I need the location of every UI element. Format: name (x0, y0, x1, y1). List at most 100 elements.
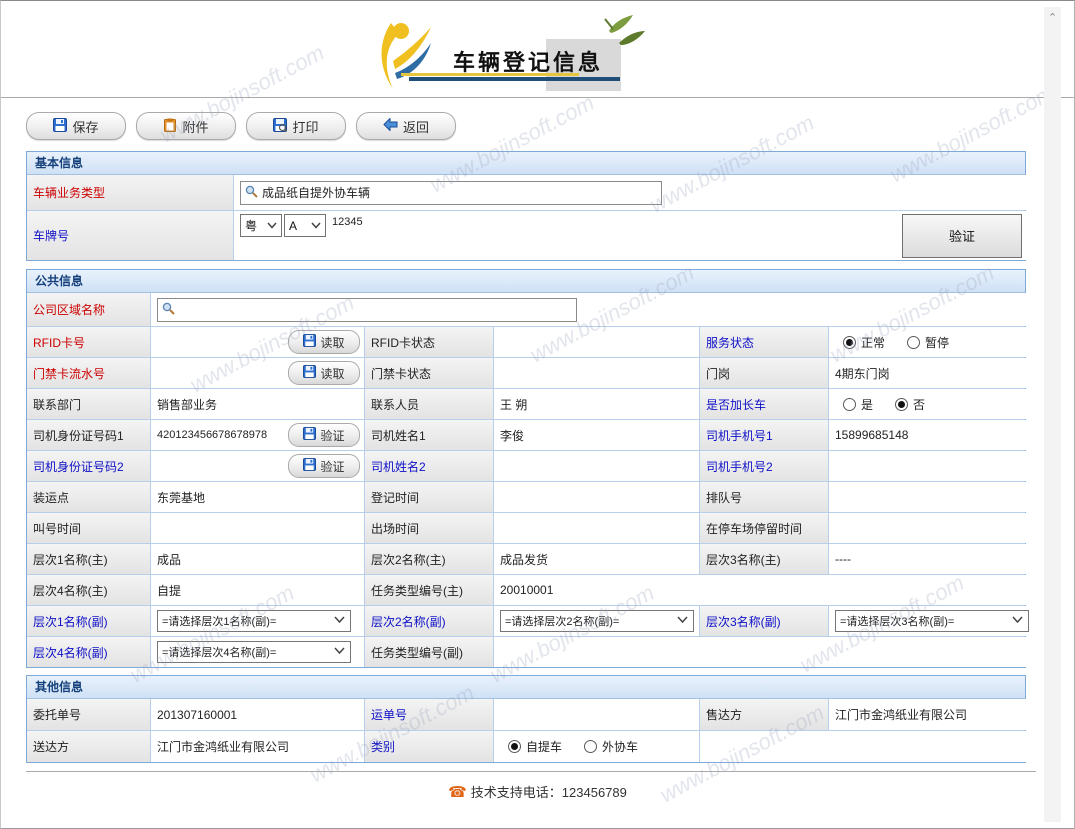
task-type-main-label: 任务类型编号(主) (365, 575, 493, 605)
service-status-radio-0[interactable] (843, 336, 856, 349)
section-public-info: 公共信息 公司区域名称RFID卡号读取RFID卡状态服务状态正常暂停门禁卡流水号… (26, 269, 1026, 668)
floppy-icon (303, 427, 316, 443)
logo-underline-yellow (401, 73, 579, 76)
extended-truck-option-0: 是 (843, 396, 873, 413)
plate-number-value: 12345 (332, 216, 363, 228)
extended-truck-option-label-0: 是 (861, 396, 873, 413)
level3-sub-select[interactable]: =请选择层次3名称(副)= (835, 610, 1029, 632)
verify-id1-button[interactable]: 验证 (288, 423, 360, 447)
verify-id1-button: 420123456678678978验证 (151, 420, 364, 450)
task-type-main-value: 20010001 (494, 575, 1030, 605)
level4-sub-select: =请选择层次4名称(副)= (151, 637, 364, 667)
magnifier-icon (245, 185, 258, 201)
ship-to-value: 江门市金鸿纸业有限公司 (151, 731, 364, 762)
chevron-down-icon (311, 222, 321, 229)
plate-province-select[interactable]: 粤 (240, 214, 282, 237)
verify-id2-button: 验证 (151, 451, 364, 481)
level1-sub-select[interactable]: =请选择层次1名称(副)= (157, 610, 351, 632)
level1-sub-select: =请选择层次1名称(副)= (151, 606, 364, 636)
rfid-status-label: RFID卡状态 (365, 327, 493, 357)
level2-sub-label: 层次2名称(副) (365, 606, 493, 636)
driver-id2-label: 司机身份证号码2 (27, 451, 150, 481)
rfid-status-value (494, 327, 699, 357)
parking-duration-label: 在停车场停留时间 (700, 513, 828, 543)
verify-id1-button-label: 验证 (320, 427, 344, 444)
loading-point-value: 东莞基地 (151, 482, 364, 512)
extended-truck-option-1: 否 (895, 396, 925, 413)
verify-id2-button[interactable]: 验证 (288, 454, 360, 478)
floppy-icon (53, 118, 67, 135)
read-access-card-button: 读取 (151, 358, 364, 388)
attachment-button[interactable]: 附件 (136, 112, 236, 140)
extended-truck-radio-1[interactable] (895, 398, 908, 411)
level2-sub-select[interactable]: =请选择层次2名称(副)= (500, 610, 694, 632)
category-radio-1[interactable] (584, 740, 597, 753)
level4-sub-select[interactable]: =请选择层次4名称(副)= (157, 641, 351, 663)
footer-divider (26, 771, 1036, 772)
queue-no-value (829, 482, 1030, 512)
verify-id2-button-label: 验证 (320, 458, 344, 475)
floppy-icon (303, 334, 316, 350)
printer-icon (273, 118, 287, 135)
level4-sub-label: 层次4名称(副) (27, 637, 150, 667)
level1-sub-label: 层次1名称(副) (27, 606, 150, 636)
driver-id1-label: 司机身份证号码1 (27, 420, 150, 450)
clipboard-icon (163, 118, 177, 135)
vertical-scrollbar[interactable]: ⌃ (1044, 7, 1061, 822)
driver-phone2-label: 司机手机号2 (700, 451, 828, 481)
sold-to-label: 售达方 (700, 699, 828, 730)
read-rfid-button-label: 读取 (320, 334, 344, 351)
print-button[interactable]: 打印 (246, 112, 346, 140)
plate-verify-button[interactable]: 验证 (902, 214, 1022, 258)
company-area-input (151, 293, 1030, 326)
driver-name2-value (494, 451, 699, 481)
exit-time-value (494, 513, 699, 543)
category-option-label-1: 外协车 (602, 738, 638, 755)
floppy-icon (303, 458, 316, 474)
level2-sub-select-value: =请选择层次2名称(副)= (505, 613, 619, 629)
level4-main-value: 自提 (151, 575, 364, 605)
attachment-button-label: 附件 (182, 117, 208, 136)
toolbar: 保存 附件 打印 返回 (26, 112, 456, 140)
access-card-status-value (494, 358, 699, 388)
rfid-card-label: RFID卡号 (27, 327, 150, 357)
level2-sub-select: =请选择层次2名称(副)= (494, 606, 699, 636)
read-rfid-button[interactable]: 读取 (288, 330, 360, 354)
back-button-label: 返回 (403, 117, 429, 136)
loading-point-label: 装运点 (27, 482, 150, 512)
consignment-no-label: 委托单号 (27, 699, 150, 730)
ship-to-label: 送达方 (27, 731, 150, 762)
company-area-input[interactable] (157, 298, 577, 322)
person-figure-icon (377, 21, 431, 96)
level4-sub-select-value: =请选择层次4名称(副)= (162, 644, 276, 660)
level3-main-label: 层次3名称(主) (700, 544, 828, 574)
extended-truck-radio-0[interactable] (843, 398, 856, 411)
read-access-card-button[interactable]: 读取 (288, 361, 360, 385)
level3-sub-label: 层次3名称(副) (700, 606, 828, 636)
service-status-radio-1[interactable] (907, 336, 920, 349)
contact-dept-label: 联系部门 (27, 389, 150, 419)
category-radio-0[interactable] (508, 740, 521, 753)
save-button-label: 保存 (72, 117, 98, 136)
queue-no-label: 排队号 (700, 482, 828, 512)
plate-letter-select[interactable]: A (284, 214, 326, 237)
back-button[interactable]: 返回 (356, 112, 456, 140)
waybill-no-value (494, 699, 699, 730)
level1-main-value: 成品 (151, 544, 364, 574)
chevron-down-icon (267, 222, 277, 229)
chevron-down-icon (334, 646, 345, 658)
level3-main-value: ---- (829, 544, 1030, 574)
plate-number-label: 车牌号 (27, 211, 233, 260)
driver-name1-label: 司机姓名1 (365, 420, 493, 450)
vehicle-business-type-input[interactable]: 成品纸自提外协车辆 (240, 181, 662, 205)
save-button[interactable]: 保存 (26, 112, 126, 140)
section-other-info: 其他信息 委托单号201307160001运单号售达方江门市金鸿纸业有限公司送达… (26, 675, 1026, 763)
support-phone-text: 技术支持电话：123456789 (471, 785, 627, 800)
service-status-option-label-0: 正常 (861, 334, 885, 351)
extended-truck: 是否 (829, 389, 1030, 419)
driver-phone1-value: 15899685148 (829, 420, 1030, 450)
level4-main-label: 层次4名称(主) (27, 575, 150, 605)
footer: ☎技术支持电话：123456789 (1, 782, 1074, 801)
logo-underline-blue (409, 77, 620, 81)
call-time-label: 叫号时间 (27, 513, 150, 543)
